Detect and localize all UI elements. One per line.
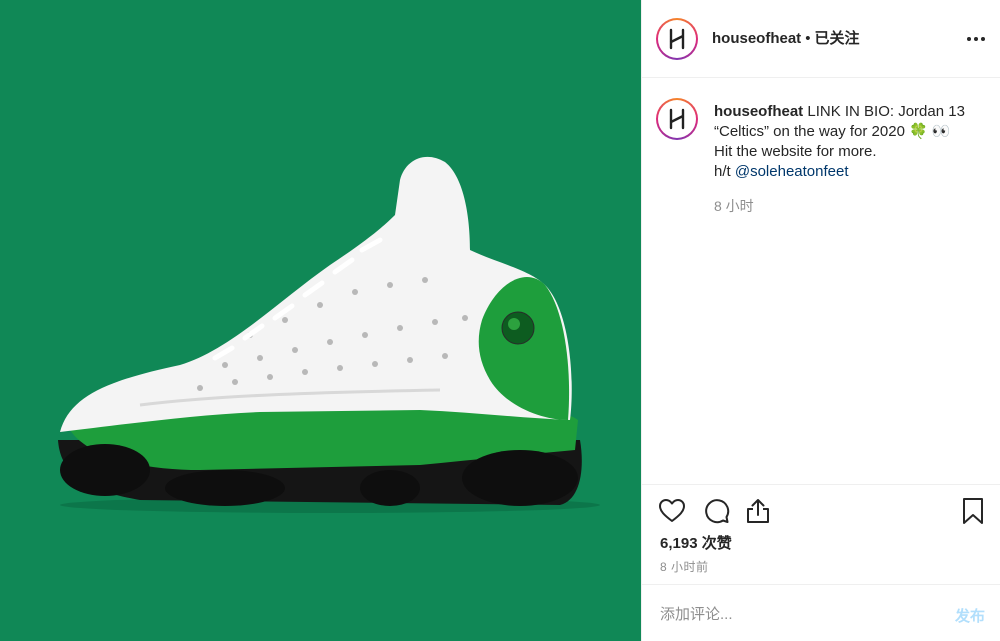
caption-username[interactable]: houseofheat — [714, 103, 803, 120]
comment-input[interactable] — [660, 603, 930, 625]
header-user-info: houseofheat • 已关注 — [712, 30, 859, 48]
caption-line-2: “Celtics” on the way for 2020 🍀 👀 — [714, 123, 951, 140]
avatar[interactable] — [656, 18, 698, 60]
caption-line-1: LINK IN BIO: Jordan 13 — [807, 103, 965, 120]
like-heart-icon[interactable] — [658, 497, 686, 525]
follow-status-button[interactable]: 已关注 — [814, 30, 859, 47]
caption-section: houseofheat LINK IN BIO: Jordan 13 “Celt… — [642, 78, 1000, 484]
post-header: houseofheat • 已关注 — [642, 0, 1000, 78]
sneaker-illustration — [58, 156, 600, 513]
post-image[interactable] — [0, 0, 641, 641]
caption-line-3: Hit the website for more. — [714, 143, 877, 160]
caption-time-ago: 8 小时 — [714, 198, 754, 214]
caption-avatar[interactable] — [656, 98, 698, 140]
likes-count[interactable]: 6,193 次赞 — [660, 532, 732, 553]
caption-line-4-prefix: h/t — [714, 163, 735, 180]
house-of-heat-logo-icon — [669, 108, 685, 130]
house-of-heat-logo-icon — [669, 28, 685, 50]
share-icon[interactable] — [744, 497, 772, 525]
post-comment-button[interactable]: 发布 — [955, 605, 985, 626]
actions-section: 6,193 次赞 8 小时前 — [642, 484, 1000, 584]
post-timestamp: 8 小时前 — [660, 560, 709, 574]
more-options-icon[interactable] — [965, 30, 987, 48]
comment-bubble-icon[interactable] — [702, 497, 730, 525]
separator-dot: • — [805, 30, 811, 47]
header-username[interactable]: houseofheat — [712, 30, 801, 47]
comment-section: 发布 — [642, 584, 1000, 641]
caption-text: houseofheat LINK IN BIO: Jordan 13 “Celt… — [714, 102, 984, 182]
mention-link[interactable]: @soleheatonfeet — [735, 163, 849, 180]
bookmark-icon[interactable] — [961, 497, 985, 525]
post-side-panel: houseofheat • 已关注 houseofheat LINK IN BIO:… — [641, 0, 1000, 641]
